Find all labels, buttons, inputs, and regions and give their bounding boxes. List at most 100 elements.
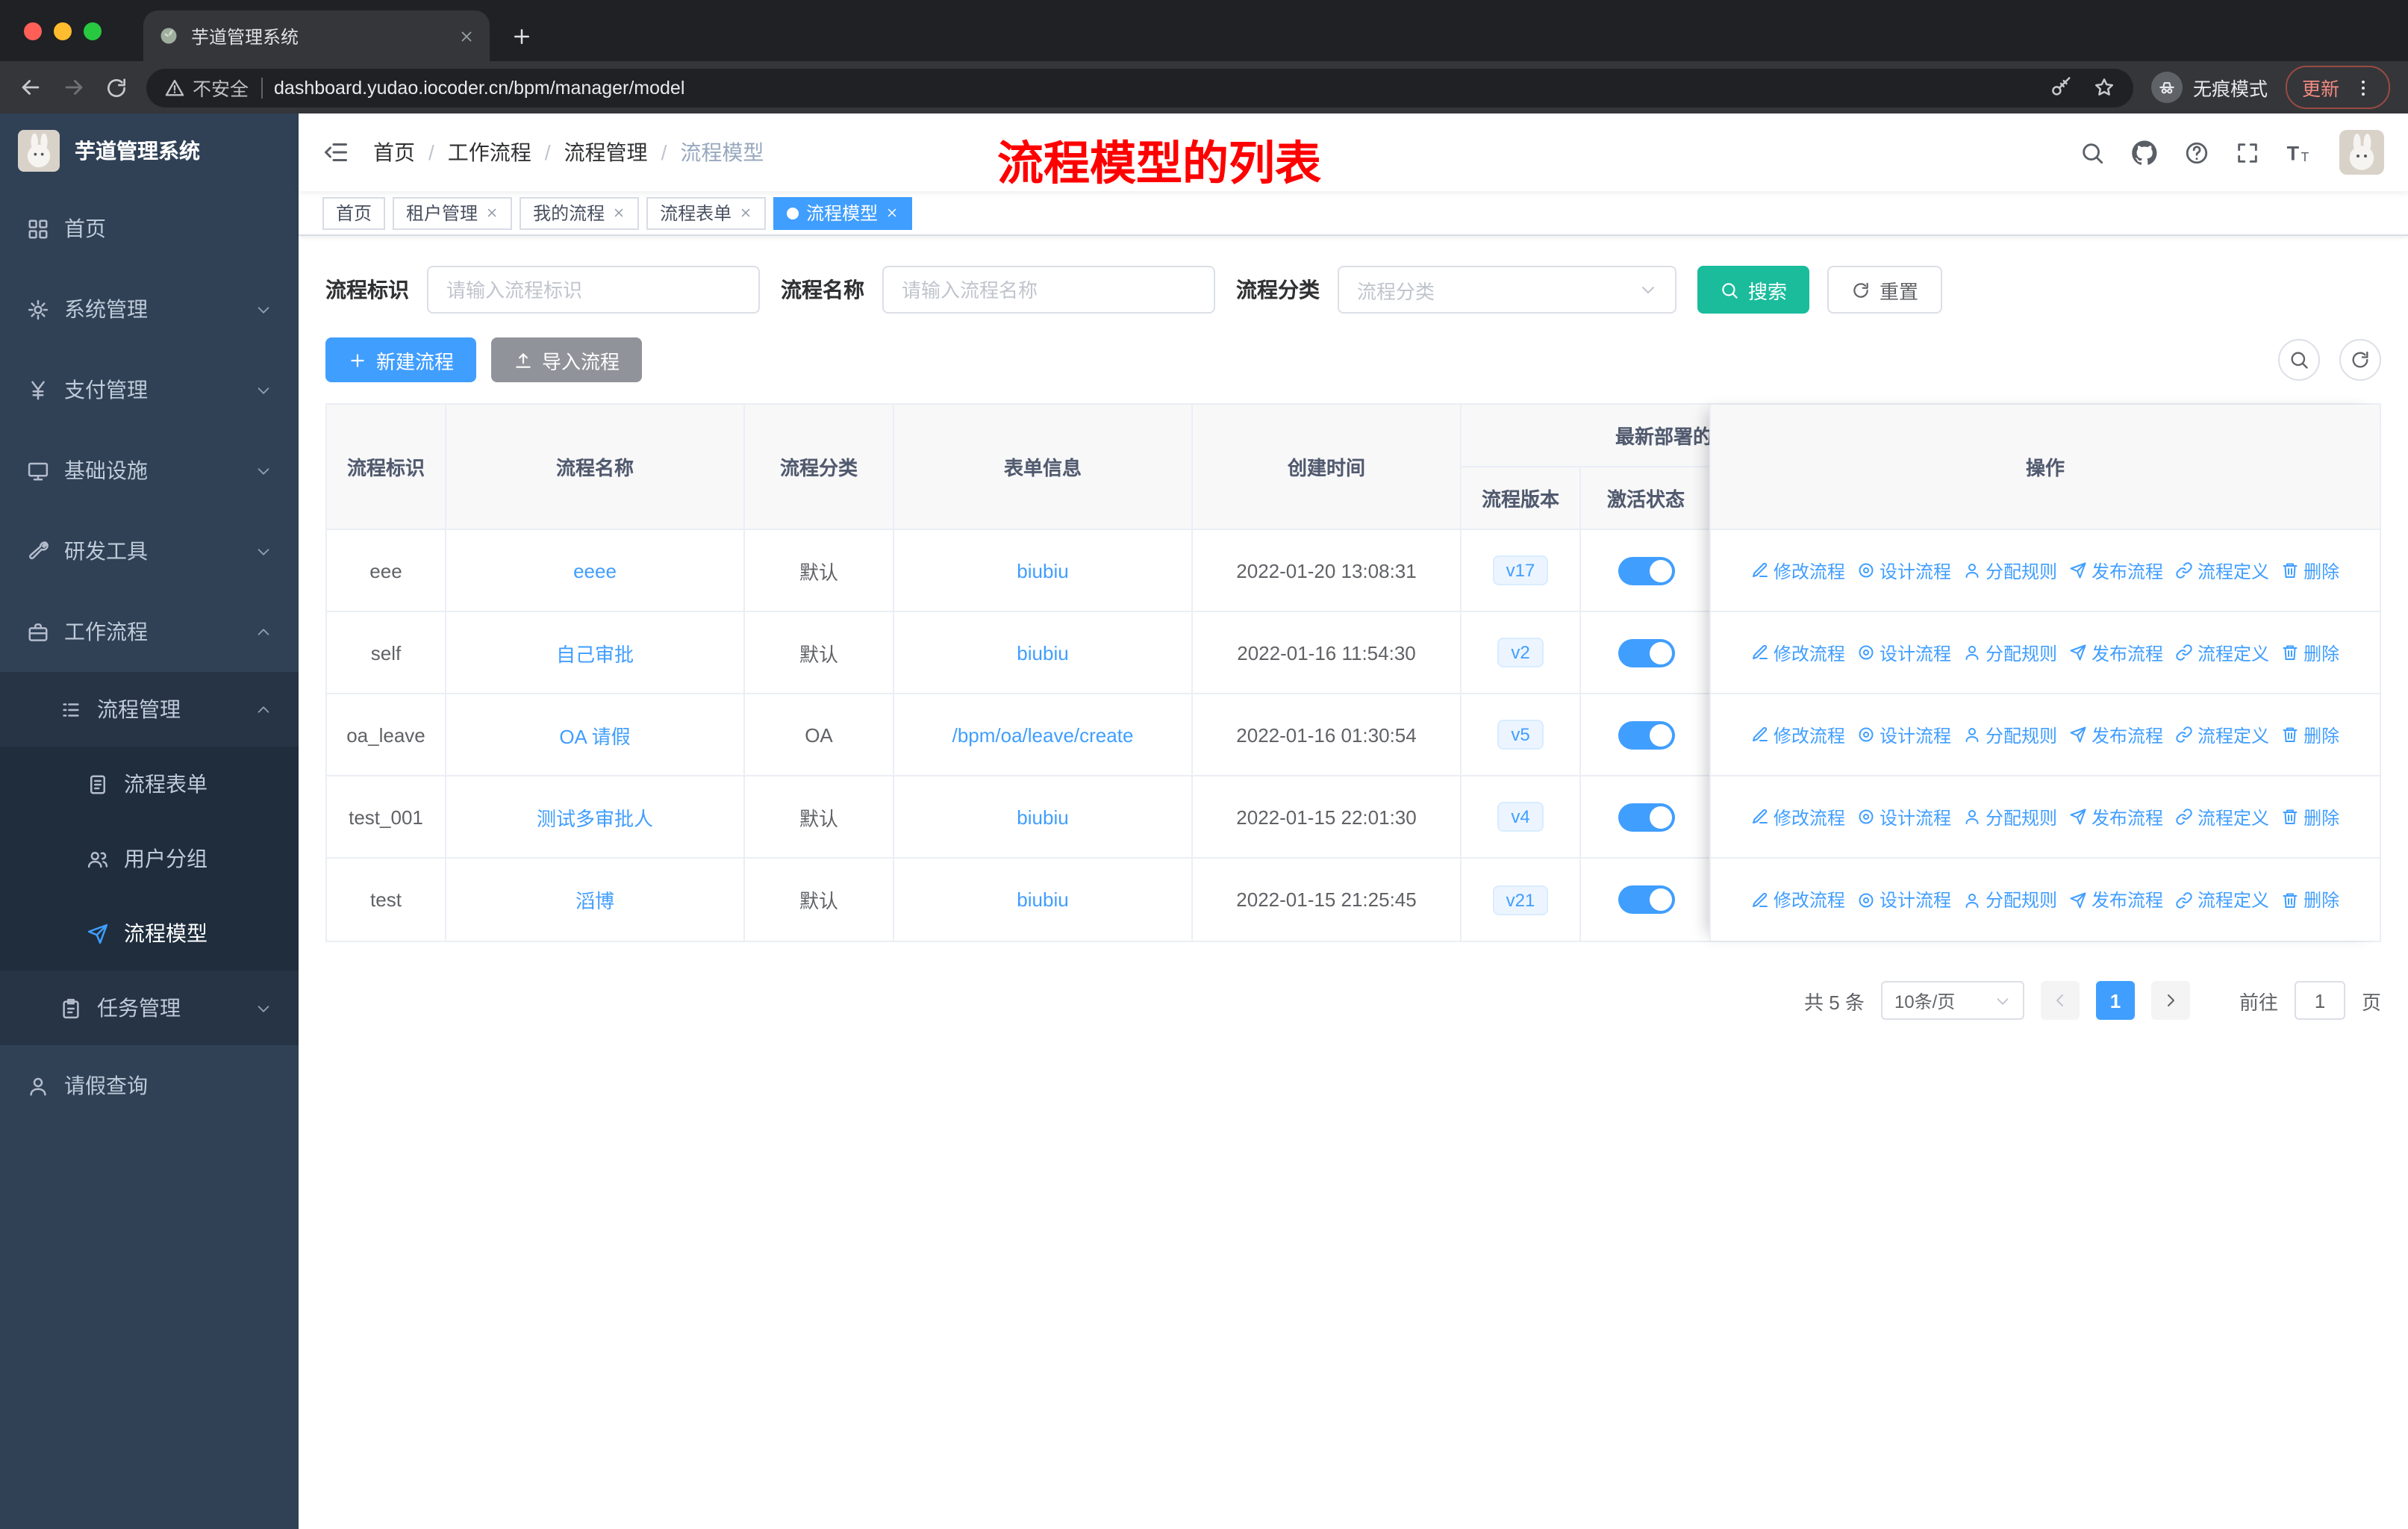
github-icon[interactable] [2130, 138, 2159, 166]
view-tag-我的流程[interactable]: 我的流程 [520, 196, 640, 229]
prev-page-button[interactable] [2040, 981, 2080, 1020]
action-修改流程[interactable]: 修改流程 [1751, 804, 1845, 829]
header-search-icon[interactable] [2080, 140, 2105, 165]
goto-page-input[interactable] [2294, 981, 2345, 1020]
zoom-window-button[interactable] [84, 22, 102, 40]
import-process-button[interactable]: 导入流程 [491, 337, 643, 382]
view-tag-流程表单[interactable]: 流程表单 [646, 196, 767, 229]
action-分配规则[interactable]: 分配规则 [1963, 722, 2057, 747]
sidebar-item-用户分组[interactable]: 用户分组 [0, 821, 299, 896]
process-name-link[interactable]: 自己审批 [556, 638, 634, 667]
active-toggle[interactable] [1618, 556, 1674, 585]
refresh-table-button[interactable] [2339, 339, 2381, 381]
action-删除[interactable]: 删除 [2281, 558, 2339, 583]
sidebar-item-基础设施[interactable]: 基础设施 [0, 430, 299, 511]
view-tag-租户管理[interactable]: 租户管理 [393, 196, 513, 229]
sidebar-item-工作流程[interactable]: 工作流程 [0, 591, 299, 672]
form-info-link[interactable]: biubiu [1017, 641, 1068, 664]
action-修改流程[interactable]: 修改流程 [1751, 558, 1845, 583]
address-bar[interactable]: 不安全 dashboard.yudao.iocoder.cn/bpm/manag… [146, 68, 2133, 107]
action-设计流程[interactable]: 设计流程 [1857, 640, 1951, 665]
help-icon[interactable] [2184, 140, 2209, 165]
search-button[interactable]: 搜索 [1697, 266, 1810, 314]
process-name-link[interactable]: 滔博 [576, 885, 614, 914]
back-button[interactable] [18, 75, 43, 100]
action-分配规则[interactable]: 分配规则 [1963, 558, 2057, 583]
bookmark-star-icon[interactable] [2093, 76, 2115, 99]
action-设计流程[interactable]: 设计流程 [1857, 804, 1951, 829]
sidebar-toggle-icon[interactable] [322, 139, 349, 166]
action-分配规则[interactable]: 分配规则 [1963, 640, 2057, 665]
active-toggle[interactable] [1618, 720, 1674, 749]
close-icon[interactable] [739, 206, 752, 219]
sidebar-item-流程模型[interactable]: 流程模型 [0, 896, 299, 971]
action-发布流程[interactable]: 发布流程 [2069, 640, 2163, 665]
create-process-button[interactable]: 新建流程 [325, 337, 477, 382]
close-icon[interactable] [885, 206, 899, 219]
active-toggle[interactable] [1618, 885, 1674, 914]
action-设计流程[interactable]: 设计流程 [1857, 887, 1951, 912]
browser-menu-icon[interactable] [2353, 77, 2374, 98]
password-key-icon[interactable] [2050, 76, 2072, 99]
action-流程定义[interactable]: 流程定义 [2175, 640, 2269, 665]
action-删除[interactable]: 删除 [2281, 722, 2339, 747]
active-toggle[interactable] [1618, 638, 1674, 667]
action-流程定义[interactable]: 流程定义 [2175, 887, 2269, 912]
close-icon[interactable] [485, 206, 499, 219]
form-info-link[interactable]: biubiu [1017, 888, 1068, 911]
forward-button[interactable] [61, 75, 87, 100]
process-name-input[interactable] [882, 266, 1215, 314]
next-page-button[interactable] [2150, 981, 2190, 1020]
action-流程定义[interactable]: 流程定义 [2175, 804, 2269, 829]
action-发布流程[interactable]: 发布流程 [2069, 887, 2163, 912]
action-删除[interactable]: 删除 [2281, 640, 2339, 665]
page-1-button[interactable]: 1 [2095, 981, 2135, 1020]
security-indicator[interactable]: 不安全 [164, 73, 249, 102]
action-修改流程[interactable]: 修改流程 [1751, 640, 1845, 665]
update-button[interactable]: 更新 [2285, 66, 2390, 109]
new-tab-button[interactable] [511, 25, 533, 48]
reload-button[interactable] [105, 75, 128, 99]
sidebar-item-研发工具[interactable]: 研发工具 [0, 511, 299, 591]
sidebar-item-流程管理[interactable]: 流程管理 [0, 672, 299, 747]
close-window-button[interactable] [24, 22, 42, 40]
action-删除[interactable]: 删除 [2281, 887, 2339, 912]
view-tag-流程模型[interactable]: 流程模型 [773, 196, 913, 229]
action-流程定义[interactable]: 流程定义 [2175, 722, 2269, 747]
action-分配规则[interactable]: 分配规则 [1963, 887, 2057, 912]
action-修改流程[interactable]: 修改流程 [1751, 722, 1845, 747]
action-流程定义[interactable]: 流程定义 [2175, 558, 2269, 583]
process-name-link[interactable]: 测试多审批人 [537, 803, 653, 831]
toggle-search-button[interactable] [2278, 339, 2320, 381]
user-avatar[interactable] [2339, 130, 2384, 175]
breadcrumb-item[interactable]: 首页 [373, 137, 415, 167]
view-tag-首页[interactable]: 首页 [322, 196, 386, 229]
action-修改流程[interactable]: 修改流程 [1751, 887, 1845, 912]
close-icon[interactable] [612, 206, 626, 219]
sidebar-item-支付管理[interactable]: 支付管理 [0, 349, 299, 430]
form-info-link[interactable]: /bpm/oa/leave/create [952, 723, 1134, 746]
action-设计流程[interactable]: 设计流程 [1857, 722, 1951, 747]
page-size-select[interactable]: 10条/页 [1880, 981, 2024, 1020]
sidebar-item-流程表单[interactable]: 流程表单 [0, 747, 299, 821]
reset-button[interactable]: 重置 [1827, 266, 1943, 314]
process-name-link[interactable]: eeee [573, 559, 617, 582]
action-发布流程[interactable]: 发布流程 [2069, 722, 2163, 747]
active-toggle[interactable] [1618, 803, 1674, 831]
browser-tab[interactable]: 芋道管理系统 [143, 10, 490, 61]
sidebar-item-首页[interactable]: 首页 [0, 188, 299, 269]
action-发布流程[interactable]: 发布流程 [2069, 558, 2163, 583]
breadcrumb-item[interactable]: 流程管理 [564, 137, 648, 167]
form-info-link[interactable]: biubiu [1017, 806, 1068, 828]
breadcrumb-item[interactable]: 工作流程 [448, 137, 531, 167]
form-info-link[interactable]: biubiu [1017, 559, 1068, 582]
process-id-input[interactable] [427, 266, 760, 314]
font-size-icon[interactable]: TT [2286, 138, 2314, 166]
fullscreen-icon[interactable] [2235, 140, 2260, 165]
sidebar-item-任务管理[interactable]: 任务管理 [0, 971, 299, 1045]
action-设计流程[interactable]: 设计流程 [1857, 558, 1951, 583]
action-分配规则[interactable]: 分配规则 [1963, 804, 2057, 829]
action-发布流程[interactable]: 发布流程 [2069, 804, 2163, 829]
sidebar-item-请假查询[interactable]: 请假查询 [0, 1045, 299, 1126]
category-select[interactable]: 流程分类 [1338, 266, 1676, 314]
